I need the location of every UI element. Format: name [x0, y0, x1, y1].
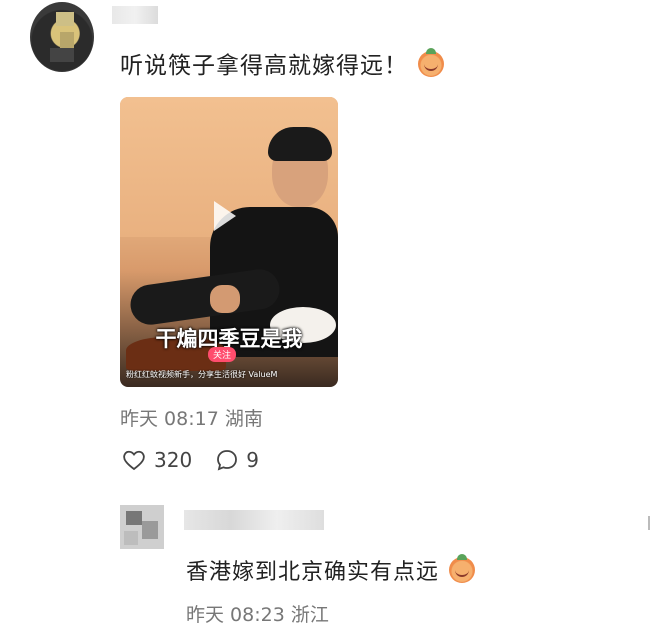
reply-text: 香港嫁到北京确实有点远	[186, 554, 476, 586]
post-text: 听说筷子拿得高就嫁得远！	[120, 46, 444, 80]
post-author-avatar[interactable]	[30, 2, 94, 72]
video-follow-tag[interactable]: 关注	[208, 347, 237, 362]
pig-face-emoji	[418, 48, 444, 77]
post-text-content: 听说筷子拿得高就嫁得远！	[120, 53, 408, 79]
post-stats: 320 9	[122, 448, 259, 472]
post-timestamp-location: 昨天 08:17 湖南	[120, 408, 263, 430]
reply-author-name-blurred	[184, 510, 324, 530]
comment-bubble-icon[interactable]	[216, 449, 238, 471]
peach-face-emoji	[449, 554, 476, 583]
video-thumbnail[interactable]: 干煸四季豆是我 关注 粉红红蚊视频新手，分享生活很好 ValueM	[120, 97, 338, 387]
video-person-hair	[268, 127, 332, 161]
video-person-hand	[210, 285, 240, 313]
post-author-name-blurred	[112, 6, 158, 24]
reply-author-avatar[interactable]	[120, 505, 164, 549]
comment-count: 9	[246, 448, 259, 472]
heart-outline-icon[interactable]	[122, 449, 146, 471]
like-count: 320	[154, 448, 193, 472]
video-subtitle: 粉红红蚊视频新手，分享生活很好 ValueM	[126, 370, 278, 379]
play-icon[interactable]	[214, 201, 236, 231]
reply-text-content: 香港嫁到北京确实有点远	[186, 560, 440, 585]
more-options-icon[interactable]	[648, 516, 656, 530]
